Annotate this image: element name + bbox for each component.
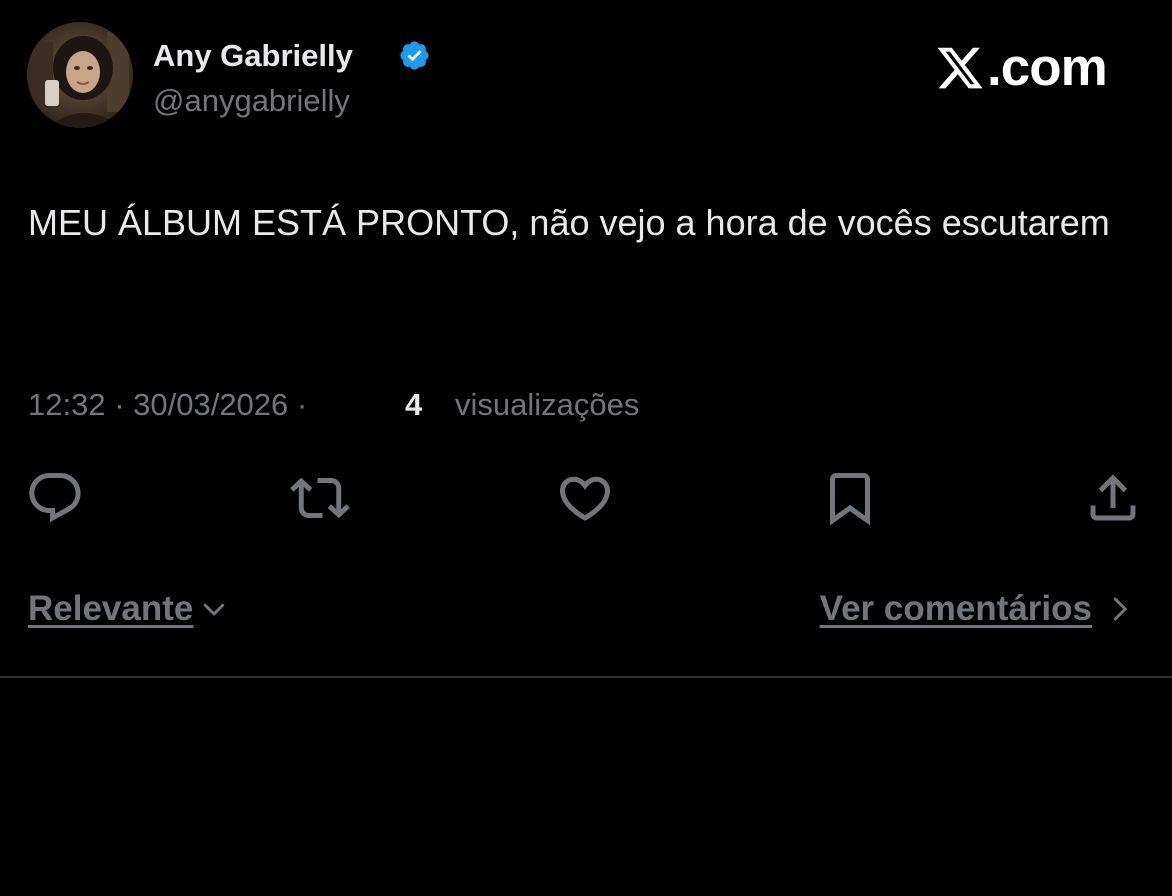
views-count: 4	[405, 387, 423, 422]
handle[interactable]: @anygabrielly	[153, 82, 350, 120]
brand-text: .com	[987, 38, 1108, 97]
avatar[interactable]	[27, 22, 133, 128]
reply-button[interactable]	[25, 468, 85, 528]
sort-relevance-dropdown[interactable]: Relevante	[28, 585, 229, 633]
bookmark-icon	[830, 473, 870, 526]
share-icon	[1090, 474, 1136, 521]
avatar-image	[27, 22, 133, 128]
heart-icon	[559, 476, 611, 521]
tweet-text: MEU ÁLBUM ESTÁ PRONTO, não vejo a hora d…	[28, 202, 1110, 243]
x-logo-icon	[937, 47, 983, 89]
view-comments-link[interactable]: Ver comentários	[820, 585, 1134, 633]
display-name[interactable]: Any Gabrielly	[153, 37, 353, 75]
views-label: visualizações	[455, 387, 640, 422]
sort-label: Relevante	[28, 589, 194, 628]
repost-button[interactable]	[290, 468, 350, 528]
chevron-down-icon	[204, 603, 225, 616]
bookmark-button[interactable]	[820, 468, 880, 528]
chevron-right-icon	[1113, 597, 1127, 621]
like-button[interactable]	[555, 468, 615, 528]
reply-icon	[29, 473, 81, 523]
share-button[interactable]	[1083, 468, 1143, 528]
brand-logo: .com	[935, 38, 1108, 98]
view-comments-label: Ver comentários	[819, 589, 1092, 628]
divider	[0, 676, 1172, 678]
repost-icon	[290, 477, 350, 519]
verified-badge-icon	[398, 39, 431, 72]
tweet-timestamp[interactable]: 12:32 · 30/03/2026 ·	[28, 383, 307, 427]
